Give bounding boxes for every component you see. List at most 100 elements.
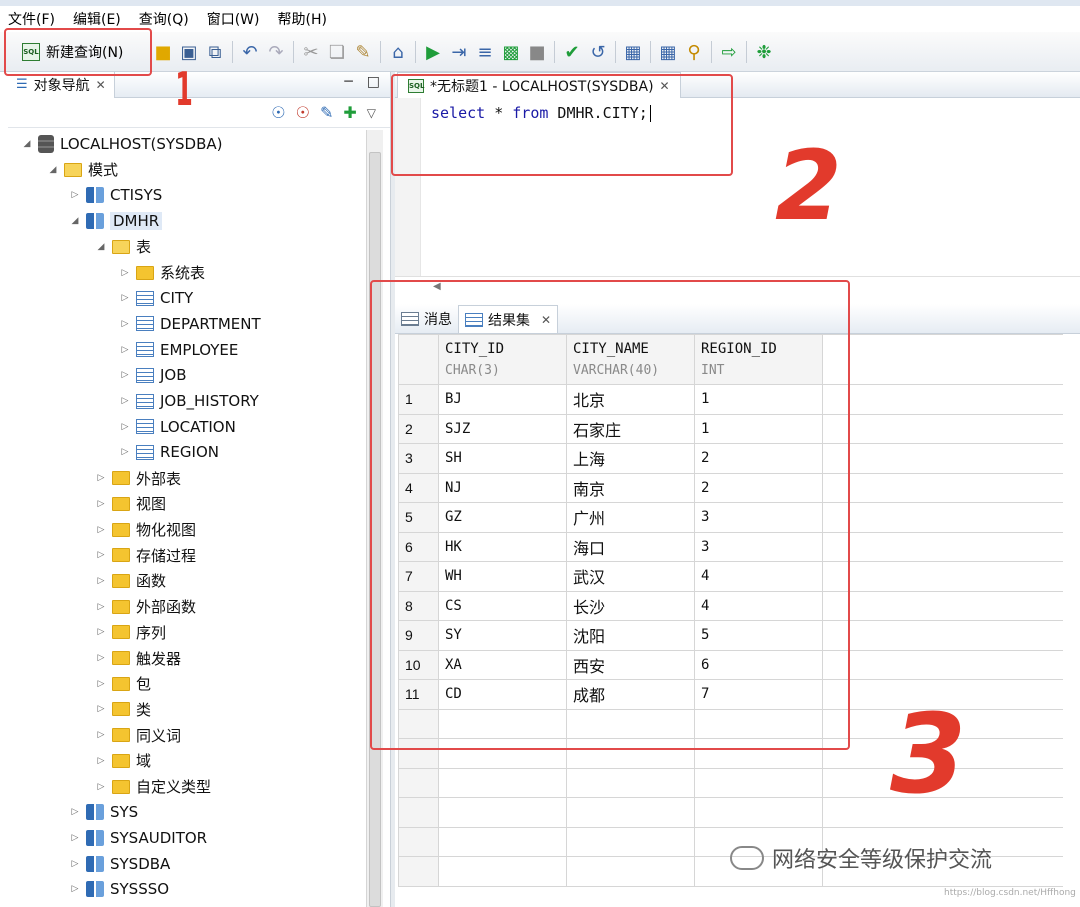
expand-arrow-icon[interactable]: ▷: [96, 550, 106, 560]
edit-icon[interactable]: ✎: [320, 103, 333, 122]
expand-arrow-icon[interactable]: ▷: [96, 756, 106, 766]
expand-arrow-icon[interactable]: ▷: [70, 859, 80, 869]
stop-icon[interactable]: ■: [524, 39, 550, 65]
expand-arrow-icon[interactable]: ▷: [70, 833, 80, 843]
tree-node[interactable]: ▷ REGION: [120, 440, 219, 464]
tree-node-label: SYSDBA: [110, 854, 171, 873]
expand-arrow-icon[interactable]: ▷: [96, 627, 106, 637]
table-icon: [136, 316, 154, 332]
tree-node[interactable]: ▷ SYSAUDITOR: [70, 826, 208, 850]
paste-icon[interactable]: ✎: [350, 39, 376, 65]
tree-node[interactable]: ▷ 触发器: [96, 646, 181, 670]
connect-icon[interactable]: ☉: [271, 103, 285, 122]
home-icon[interactable]: ⌂: [385, 39, 411, 65]
close-icon[interactable]: ✕: [96, 78, 106, 92]
expand-arrow-icon[interactable]: ▷: [120, 370, 130, 380]
tree-node[interactable]: ▷ 域: [96, 749, 151, 773]
expand-arrow-icon[interactable]: ▷: [96, 525, 106, 535]
calendar-icon[interactable]: ▦: [620, 39, 646, 65]
expand-arrow-icon[interactable]: ▷: [96, 782, 106, 792]
tree-node[interactable]: ▷ 视图: [96, 492, 166, 516]
menu-query[interactable]: 查询(Q): [139, 9, 189, 29]
expand-arrow-icon[interactable]: ▷: [96, 730, 106, 740]
tree-node[interactable]: ▷ SYS: [70, 800, 139, 824]
expand-arrow-icon[interactable]: ▷: [120, 447, 130, 457]
tree-node[interactable]: ▷ JOB_HISTORY: [120, 389, 259, 413]
commit-icon[interactable]: ✔: [559, 39, 585, 65]
redo-icon[interactable]: ↷: [263, 39, 289, 65]
save-all-icon[interactable]: ⧉: [202, 39, 228, 65]
schedule-icon[interactable]: ▦: [655, 39, 681, 65]
expand-arrow-icon[interactable]: ▷: [120, 422, 130, 432]
rollback-icon[interactable]: ↺: [585, 39, 611, 65]
open-folder-icon[interactable]: ■: [150, 39, 176, 65]
expand-arrow-icon[interactable]: ▷: [120, 319, 130, 329]
disconnect-icon[interactable]: ☉: [296, 103, 310, 122]
collapse-arrow-icon[interactable]: ◢: [96, 242, 106, 252]
expand-arrow-icon[interactable]: ▷: [120, 293, 130, 303]
expand-arrow-icon[interactable]: ▷: [96, 704, 106, 714]
expand-arrow-icon[interactable]: ▷: [96, 602, 106, 612]
tree-node[interactable]: ▷ SYSSSO: [70, 877, 170, 901]
expand-arrow-icon[interactable]: ▷: [70, 884, 80, 894]
tree-node[interactable]: ▷ CTISYS: [70, 183, 163, 207]
expand-all-icon[interactable]: ✚: [343, 103, 356, 122]
tree-node[interactable]: ▷ JOB: [120, 363, 187, 387]
maximize-icon[interactable]: □: [367, 74, 380, 90]
collapse-arrow-icon[interactable]: ◢: [22, 139, 32, 149]
tree-node[interactable]: ▷ SYSDBA: [70, 852, 171, 876]
step-over-icon[interactable]: ⇨: [716, 39, 742, 65]
tree-node[interactable]: ▷ EMPLOYEE: [120, 338, 239, 362]
minimize-icon[interactable]: ─: [344, 74, 352, 90]
tree-node[interactable]: ◢ 模式: [48, 158, 118, 182]
find-icon[interactable]: ⚲: [681, 39, 707, 65]
explain-icon[interactable]: ≡: [472, 39, 498, 65]
tree-node[interactable]: ◢ LOCALHOST(SYSDBA): [22, 132, 223, 156]
tree-node[interactable]: ▷ 函数: [96, 569, 166, 593]
menu-help[interactable]: 帮助(H): [278, 9, 327, 29]
tree-node[interactable]: ▷ 序列: [96, 620, 166, 644]
expand-arrow-icon[interactable]: ▷: [96, 576, 106, 586]
folder-icon: [112, 573, 130, 588]
copy-icon[interactable]: ❏: [324, 39, 350, 65]
debug-icon[interactable]: ❉: [751, 39, 777, 65]
tree-node[interactable]: ▷ 外部表: [96, 466, 181, 490]
tree-node[interactable]: ▷ 包: [96, 672, 151, 696]
expand-arrow-icon[interactable]: ▷: [70, 807, 80, 817]
collapse-arrow-icon[interactable]: ◢: [70, 216, 80, 226]
empty-cell: [822, 502, 1063, 533]
menu-edit[interactable]: 编辑(E): [73, 9, 121, 29]
tree-node[interactable]: ▷ DEPARTMENT: [120, 312, 261, 336]
tree-node[interactable]: ▷ LOCATION: [120, 415, 236, 439]
tree-node[interactable]: ▷ 类: [96, 697, 151, 721]
empty-cell: [822, 384, 1063, 415]
expand-arrow-icon[interactable]: ▷: [96, 679, 106, 689]
expand-arrow-icon[interactable]: ▷: [120, 345, 130, 355]
tree-node[interactable]: ▷ 同义词: [96, 723, 181, 747]
cut-icon[interactable]: ✂: [298, 39, 324, 65]
menu-window[interactable]: 窗口(W): [207, 9, 260, 29]
tree-node[interactable]: ▷ 外部函数: [96, 595, 196, 619]
tree-node[interactable]: ◢ 表: [96, 235, 151, 259]
undo-icon[interactable]: ↶: [237, 39, 263, 65]
expand-arrow-icon[interactable]: ▷: [96, 653, 106, 663]
tree-node[interactable]: ▷ 物化视图: [96, 518, 196, 542]
execute-icon[interactable]: ▶: [420, 39, 446, 65]
script-icon[interactable]: ▩: [498, 39, 524, 65]
tree-node[interactable]: ▷ 存储过程: [96, 543, 196, 567]
expand-arrow-icon[interactable]: ▷: [96, 473, 106, 483]
tree-node[interactable]: ▷ 自定义类型: [96, 775, 211, 799]
collapse-arrow-icon[interactable]: ◢: [48, 165, 58, 175]
tree-node[interactable]: ▷ CITY: [120, 286, 194, 310]
view-menu-icon[interactable]: ▽: [367, 106, 376, 120]
tree-node[interactable]: ◢ DMHR: [70, 209, 163, 233]
tree-node-label: EMPLOYEE: [160, 340, 239, 359]
expand-arrow-icon[interactable]: ▷: [70, 190, 80, 200]
expand-arrow-icon[interactable]: ▷: [96, 499, 106, 509]
expand-arrow-icon[interactable]: ▷: [120, 268, 130, 278]
folder-icon: [136, 265, 154, 280]
tree-node[interactable]: ▷ 系统表: [120, 261, 205, 285]
expand-arrow-icon[interactable]: ▷: [120, 396, 130, 406]
execute-step-icon[interactable]: ⇥: [446, 39, 472, 65]
menu-file[interactable]: 文件(F): [8, 9, 55, 29]
